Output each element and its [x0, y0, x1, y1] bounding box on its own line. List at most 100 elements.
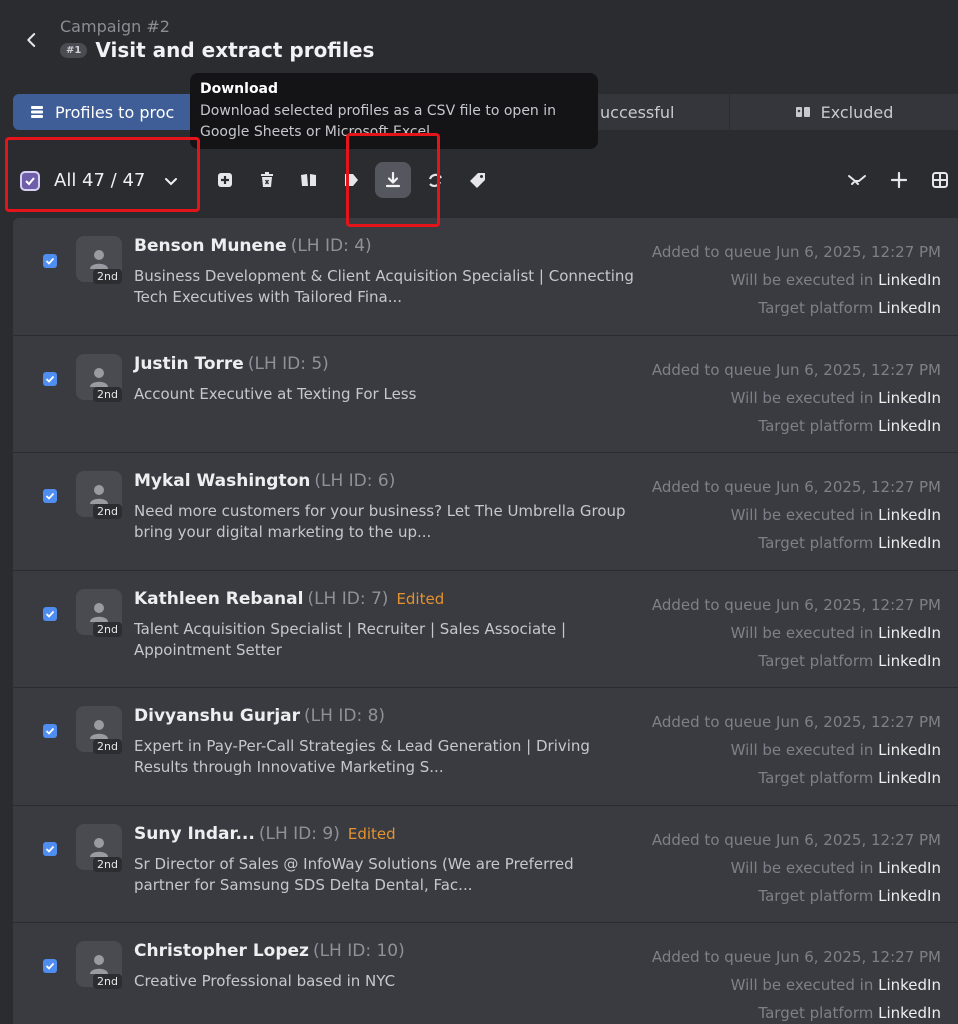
profile-row[interactable]: 2nd Divyanshu Gurjar (LH ID: 8) Expert in P… — [13, 688, 958, 806]
exclude-icon — [301, 174, 316, 186]
executed-in: Will be executed in LinkedIn — [652, 619, 941, 647]
executed-in: Will be executed in LinkedIn — [652, 971, 941, 999]
target-value: LinkedIn — [878, 534, 941, 552]
target-label: Target platform — [758, 534, 874, 552]
executed-label: Will be executed in — [730, 976, 874, 994]
tab-label: Excluded — [820, 102, 894, 122]
excluded-icon — [795, 107, 810, 117]
executed-label: Will be executed in — [730, 858, 874, 877]
chevron-down-icon — [165, 177, 178, 185]
profile-name[interactable]: Kathleen Rebanal — [134, 589, 303, 609]
exclude-button[interactable] — [291, 162, 327, 198]
tab-successful[interactable]: uccessful — [583, 94, 743, 130]
name-line: Kathleen Rebanal (LH ID: 7) Edited — [134, 589, 444, 609]
lh-id: (LH ID: 9) — [258, 823, 340, 844]
row-checkbox[interactable] — [43, 489, 57, 503]
tab-label: uccessful — [600, 102, 675, 122]
tag-icon — [470, 173, 485, 188]
profile-meta: Added to queue Jun 6, 2025, 12:27 PM Will… — [652, 356, 941, 440]
target-label: Target platform — [758, 651, 874, 670]
back-button[interactable] — [20, 28, 44, 52]
lh-id: (LH ID: 10) — [312, 941, 405, 961]
grid-icon — [932, 172, 948, 188]
check-icon — [45, 962, 55, 970]
profile-row[interactable]: 2nd Kathleen Rebanal (LH ID: 7) Edited Talen… — [13, 571, 958, 688]
target-value: LinkedIn — [878, 886, 941, 905]
name-line: Mykal Washington (LH ID: 6) — [134, 471, 403, 491]
target-label: Target platform — [758, 299, 874, 317]
profile-name[interactable]: Benson Munene — [134, 236, 287, 256]
profile-headline: Business Development & Client Acquisitio… — [134, 267, 634, 306]
lh-id: (LH ID: 5) — [247, 353, 329, 374]
connection-degree-badge: 2nd — [93, 974, 122, 989]
executed-in: Will be executed in LinkedIn — [652, 384, 941, 412]
add-button[interactable] — [881, 162, 917, 198]
select-all-checkbox[interactable] — [20, 170, 40, 191]
row-checkbox[interactable] — [43, 724, 57, 738]
tab-profiles-to-process[interactable]: Profiles to proc — [13, 94, 213, 130]
profile-name[interactable]: Suny Indar... — [134, 824, 255, 844]
profile-name[interactable]: Justin Torre — [134, 354, 244, 374]
lh-id: (LH ID: 7) — [307, 588, 389, 609]
collapse-button[interactable] — [839, 162, 875, 198]
check-icon — [45, 375, 55, 383]
executed-in: Will be executed in LinkedIn — [652, 266, 941, 294]
profile-name[interactable]: Divyanshu Gurjar — [134, 706, 300, 726]
executed-label: Will be executed in — [730, 623, 874, 642]
row-checkbox[interactable] — [43, 959, 57, 973]
tab-excluded[interactable]: Excluded — [729, 94, 958, 130]
profile-row[interactable]: 2nd Mykal Washington (LH ID: 6) Need more c… — [13, 453, 958, 571]
executed-value: LinkedIn — [878, 858, 941, 877]
target-label: Target platform — [758, 886, 874, 905]
profile-meta: Added to queue Jun 6, 2025, 12:27 PM Will… — [652, 943, 941, 1024]
swap-button[interactable] — [417, 162, 453, 198]
check-icon — [45, 727, 55, 735]
profile-meta: Added to queue Jun 6, 2025, 12:27 PM Will… — [652, 591, 941, 675]
profile-row[interactable]: 2nd Suny Indar... (LH ID: 9) Edited Sr Direc… — [13, 806, 958, 923]
move-forward-button[interactable] — [333, 162, 369, 198]
lh-id: (LH ID: 4) — [290, 236, 372, 256]
executed-in: Will be executed in LinkedIn — [652, 854, 941, 882]
profile-row[interactable]: 2nd Christopher Lopez (LH ID: 10) Creative … — [13, 923, 958, 1024]
profile-name[interactable]: Mykal Washington — [134, 471, 310, 491]
columns-button[interactable] — [922, 162, 958, 198]
profile-name[interactable]: Christopher Lopez — [134, 941, 309, 961]
row-checkbox[interactable] — [43, 841, 57, 856]
collapse-arrows-icon — [848, 175, 866, 185]
row-checkbox[interactable] — [43, 606, 57, 621]
chevron-left-icon — [27, 33, 36, 47]
connection-degree-badge: 2nd — [93, 504, 122, 519]
title-row: #1 Visit and extract profiles — [60, 38, 374, 62]
executed-value: LinkedIn — [878, 976, 941, 994]
executed-label: Will be executed in — [730, 506, 874, 524]
row-checkbox[interactable] — [43, 254, 57, 268]
executed-label: Will be executed in — [730, 271, 874, 289]
swap-icon — [428, 173, 442, 187]
added-to-queue: Added to queue Jun 6, 2025, 12:27 PM — [651, 713, 941, 731]
play-tag-icon — [345, 174, 358, 186]
add-to-campaign-button[interactable] — [207, 162, 243, 198]
row-checkbox[interactable] — [43, 371, 57, 386]
executed-value: LinkedIn — [878, 388, 941, 407]
delete-button[interactable] — [249, 162, 285, 198]
tooltip-title: Download — [200, 81, 279, 97]
profile-row[interactable]: 2nd Benson Munene (LH ID: 4) Business Devel… — [13, 218, 958, 336]
profile-headline: Sr Director of Sales @ InfoWay Solutions… — [134, 854, 574, 894]
executed-label: Will be executed in — [730, 388, 874, 407]
page-title: Visit and extract profiles — [95, 38, 375, 62]
profile-row[interactable]: 2nd Justin Torre (LH ID: 5) Account Executi… — [13, 336, 958, 453]
download-button[interactable] — [375, 162, 411, 198]
added-to-queue: Added to queue Jun 6, 2025, 12:27 PM — [651, 948, 941, 966]
added-to-queue: Added to queue Jun 6, 2025, 12:27 PM — [651, 360, 941, 379]
check-icon — [45, 257, 55, 265]
tag-button[interactable] — [460, 162, 496, 198]
added-to-queue: Added to queue Jun 6, 2025, 12:27 PM — [651, 243, 941, 261]
select-all-dropdown[interactable]: All 47 / 47 — [20, 170, 179, 191]
target-label: Target platform — [758, 1004, 874, 1022]
check-icon — [45, 492, 55, 500]
download-icon — [385, 171, 401, 188]
target-platform: Target platform LinkedIn — [652, 882, 941, 910]
step-badge: #1 — [60, 42, 88, 58]
toolbar: All 47 / 47 — [0, 150, 958, 210]
executed-in: Will be executed in LinkedIn — [652, 736, 941, 764]
